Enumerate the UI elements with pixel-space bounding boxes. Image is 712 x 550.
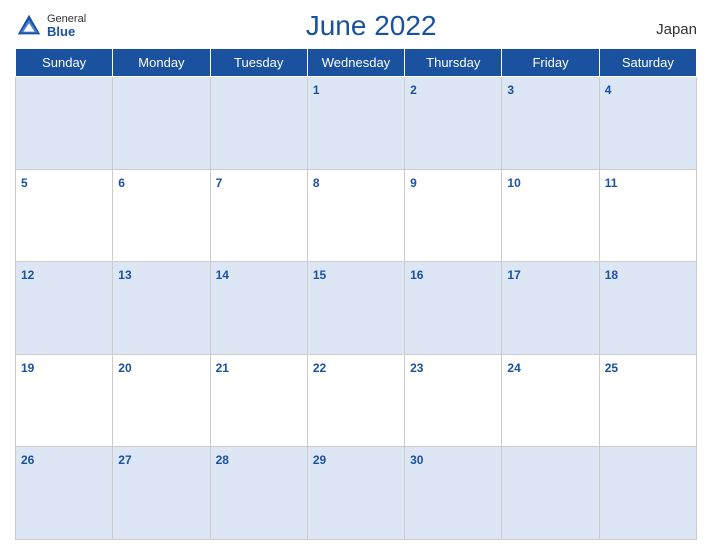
day-number: 25 — [605, 361, 618, 375]
day-number: 4 — [605, 83, 612, 97]
day-number: 21 — [216, 361, 229, 375]
calendar-cell: 30 — [405, 447, 502, 540]
calendar-title: June 2022 — [306, 10, 437, 42]
calendar-cell: 26 — [16, 447, 113, 540]
logo-blue-text: Blue — [47, 25, 86, 39]
calendar-cell: 28 — [210, 447, 307, 540]
day-number: 30 — [410, 453, 423, 467]
day-number: 14 — [216, 268, 229, 282]
day-header-monday: Monday — [113, 49, 210, 77]
day-number: 9 — [410, 176, 417, 190]
day-number: 24 — [507, 361, 520, 375]
day-number: 7 — [216, 176, 223, 190]
calendar-cell: 15 — [307, 262, 404, 355]
day-header-friday: Friday — [502, 49, 599, 77]
week-row-4: 19 20 21 22 23 24 25 — [16, 354, 697, 447]
day-header-wednesday: Wednesday — [307, 49, 404, 77]
calendar-cell: 25 — [599, 354, 696, 447]
calendar-cell — [113, 77, 210, 170]
calendar-cell: 8 — [307, 169, 404, 262]
calendar-cell: 21 — [210, 354, 307, 447]
calendar-cell: 20 — [113, 354, 210, 447]
calendar-header: General Blue June 2022 Japan — [15, 10, 697, 42]
calendar-cell: 22 — [307, 354, 404, 447]
day-header-tuesday: Tuesday — [210, 49, 307, 77]
calendar-cell: 19 — [16, 354, 113, 447]
calendar-cell — [599, 447, 696, 540]
calendar-cell — [16, 77, 113, 170]
day-header-thursday: Thursday — [405, 49, 502, 77]
calendar-cell: 7 — [210, 169, 307, 262]
day-number: 20 — [118, 361, 131, 375]
day-header-sunday: Sunday — [16, 49, 113, 77]
week-row-2: 5 6 7 8 9 10 11 — [16, 169, 697, 262]
calendar-cell: 3 — [502, 77, 599, 170]
calendar-cell: 10 — [502, 169, 599, 262]
calendar-cell: 5 — [16, 169, 113, 262]
calendar-cell: 13 — [113, 262, 210, 355]
day-number: 26 — [21, 453, 34, 467]
logo-icon — [15, 12, 43, 40]
day-number: 15 — [313, 268, 326, 282]
day-number: 18 — [605, 268, 618, 282]
day-number: 29 — [313, 453, 326, 467]
days-header-row: SundayMondayTuesdayWednesdayThursdayFrid… — [16, 49, 697, 77]
week-row-1: 1 2 3 4 — [16, 77, 697, 170]
day-number: 3 — [507, 83, 514, 97]
day-number: 8 — [313, 176, 320, 190]
calendar-cell: 14 — [210, 262, 307, 355]
calendar-cell: 4 — [599, 77, 696, 170]
day-number: 19 — [21, 361, 34, 375]
calendar-cell: 18 — [599, 262, 696, 355]
calendar-cell: 29 — [307, 447, 404, 540]
day-number: 13 — [118, 268, 131, 282]
calendar-cell: 2 — [405, 77, 502, 170]
day-number: 5 — [21, 176, 28, 190]
day-number: 22 — [313, 361, 326, 375]
calendar-cell — [210, 77, 307, 170]
day-number: 2 — [410, 83, 417, 97]
calendar-cell: 6 — [113, 169, 210, 262]
calendar-cell: 16 — [405, 262, 502, 355]
calendar-cell: 11 — [599, 169, 696, 262]
week-row-5: 26 27 28 29 30 — [16, 447, 697, 540]
calendar-cell — [502, 447, 599, 540]
day-number: 10 — [507, 176, 520, 190]
calendar-cell: 23 — [405, 354, 502, 447]
day-number: 23 — [410, 361, 423, 375]
calendar-cell: 17 — [502, 262, 599, 355]
calendar-cell: 24 — [502, 354, 599, 447]
country-label: Japan — [656, 21, 697, 42]
day-number: 17 — [507, 268, 520, 282]
calendar-cell: 27 — [113, 447, 210, 540]
calendar-table: SundayMondayTuesdayWednesdayThursdayFrid… — [15, 48, 697, 540]
calendar-cell: 12 — [16, 262, 113, 355]
day-number: 16 — [410, 268, 423, 282]
day-number: 28 — [216, 453, 229, 467]
day-number: 27 — [118, 453, 131, 467]
day-number: 12 — [21, 268, 34, 282]
day-number: 1 — [313, 83, 320, 97]
logo-text: General Blue — [47, 13, 86, 39]
week-row-3: 12 13 14 15 16 17 18 — [16, 262, 697, 355]
day-number: 6 — [118, 176, 125, 190]
day-header-saturday: Saturday — [599, 49, 696, 77]
calendar-cell: 9 — [405, 169, 502, 262]
day-number: 11 — [605, 176, 618, 190]
calendar-cell: 1 — [307, 77, 404, 170]
logo: General Blue — [15, 12, 86, 40]
